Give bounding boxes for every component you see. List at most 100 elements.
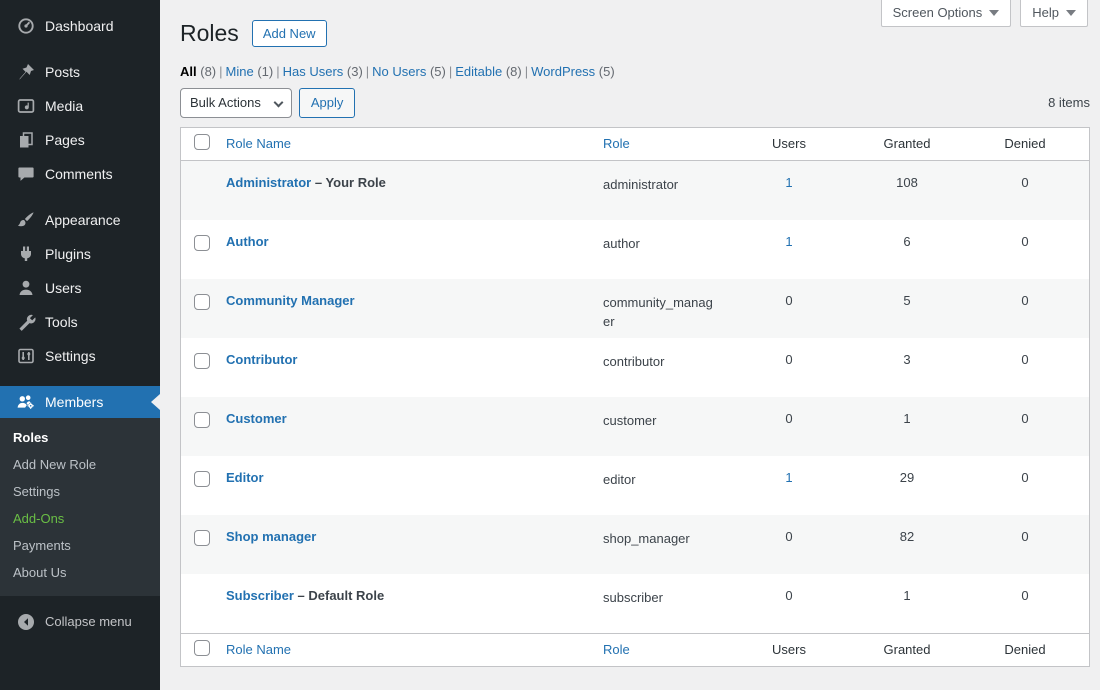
help-button[interactable]: Help [1020, 0, 1088, 27]
submenu-item-about-us[interactable]: About Us [0, 560, 160, 587]
sidebar-item-comments[interactable]: Comments [0, 157, 160, 191]
role-slug: customer [603, 411, 656, 431]
role-name-link[interactable]: Customer [226, 411, 287, 426]
users-count: 0 [785, 411, 792, 426]
bulk-actions-select[interactable]: Bulk Actions [180, 88, 292, 118]
sidebar-item-label: Plugins [45, 246, 91, 262]
granted-cell: 1 [853, 411, 971, 426]
role-name-link[interactable]: Author [226, 234, 269, 249]
users-count-link[interactable]: 1 [785, 234, 792, 249]
sidebar-item-label: Settings [45, 348, 96, 364]
row-checkbox[interactable] [194, 412, 210, 428]
filter-separator: | [273, 64, 282, 79]
screen-options-label: Screen Options [893, 5, 983, 20]
denied-cell: 0 [971, 411, 1089, 426]
role-slug: author [603, 234, 640, 254]
apply-button[interactable]: Apply [299, 88, 356, 118]
sidebar-item-dashboard[interactable]: Dashboard [0, 9, 160, 43]
users-count-link[interactable]: 1 [785, 175, 792, 190]
submenu-item-add-new-role[interactable]: Add New Role [0, 452, 160, 479]
sidebar-item-plugins[interactable]: Plugins [0, 237, 160, 271]
select-all-checkbox[interactable] [194, 640, 210, 656]
sidebar-item-users[interactable]: Users [0, 271, 160, 305]
denied-cell: 0 [971, 470, 1089, 485]
active-menu-arrow [151, 394, 160, 410]
dashboard-icon [16, 16, 36, 36]
sidebar-item-pages[interactable]: Pages [0, 123, 160, 157]
checkbox-cell [181, 411, 226, 431]
sort-role-name-link[interactable]: Role Name [226, 642, 291, 657]
members-submenu: RolesAdd New RoleSettingsAdd-OnsPayments… [0, 418, 160, 596]
help-label: Help [1032, 5, 1059, 20]
role-name-link[interactable]: Community Manager [226, 293, 355, 308]
collapse-menu-button[interactable]: Collapse menu [0, 605, 160, 639]
role-slug: administrator [603, 175, 678, 195]
filter-count: (8) [197, 64, 217, 79]
users-count-link[interactable]: 1 [785, 470, 792, 485]
sidebar-item-tools[interactable]: Tools [0, 305, 160, 339]
sidebar-item-posts[interactable]: Posts [0, 55, 160, 89]
table-header-row: Role Name Role Users Granted Denied [181, 128, 1089, 161]
role-name-link[interactable]: Shop manager [226, 529, 316, 544]
filter-link[interactable]: All [180, 64, 197, 79]
denied-cell: 0 [971, 588, 1089, 603]
screen-options-button[interactable]: Screen Options [881, 0, 1012, 27]
sliders-icon [16, 346, 36, 366]
select-all-checkbox[interactable] [194, 134, 210, 150]
page-title: Roles [180, 19, 239, 49]
plug-icon [16, 244, 36, 264]
role-name-cell: Subscriber – Default Role [226, 588, 603, 603]
role-slug-cell: community_manager [603, 293, 735, 332]
filter-count: (8) [502, 64, 522, 79]
sidebar-item-settings[interactable]: Settings [0, 339, 160, 373]
table-row: Community Managercommunity_manager050 [181, 279, 1089, 338]
sort-role-link[interactable]: Role [603, 642, 630, 657]
filter-link[interactable]: WordPress [531, 64, 595, 79]
submenu-item-add-ons[interactable]: Add-Ons [0, 506, 160, 533]
row-checkbox[interactable] [194, 353, 210, 369]
row-checkbox[interactable] [194, 471, 210, 487]
row-checkbox[interactable] [194, 294, 210, 310]
sort-role-link[interactable]: Role [603, 136, 630, 151]
sidebar-item-label: Dashboard [45, 18, 114, 34]
sort-role-name-link[interactable]: Role Name [226, 136, 291, 151]
column-denied: Denied [971, 642, 1089, 657]
admin-sidebar: Dashboard PostsMediaPagesComments Appearan… [0, 0, 160, 690]
role-slug: contributor [603, 352, 664, 372]
chevron-down-icon [1066, 10, 1076, 16]
role-name-link[interactable]: Administrator [226, 175, 311, 190]
filter-link[interactable]: Mine [226, 64, 254, 79]
sidebar-item-appearance[interactable]: Appearance [0, 203, 160, 237]
role-name-suffix: – Default Role [294, 588, 384, 603]
table-row: Administrator – Your Roleadministrator11… [181, 161, 1089, 220]
users-count: 0 [785, 588, 792, 603]
filter-wordpress: WordPress (5) [531, 64, 615, 79]
filter-link[interactable]: No Users [372, 64, 426, 79]
role-name-cell: Customer [226, 411, 603, 426]
submenu-item-settings[interactable]: Settings [0, 479, 160, 506]
filter-no-users: No Users (5) [372, 64, 446, 79]
submenu-item-roles[interactable]: Roles [0, 425, 160, 452]
column-role-name: Role Name [226, 136, 603, 151]
filter-link[interactable]: Has Users [283, 64, 344, 79]
role-name-link[interactable]: Contributor [226, 352, 297, 367]
sidebar-item-members[interactable]: Members [0, 386, 160, 418]
pages-icon [16, 130, 36, 150]
granted-cell: 1 [853, 588, 971, 603]
submenu-item-payments[interactable]: Payments [0, 533, 160, 560]
user-icon [16, 278, 36, 298]
checkbox-cell [181, 234, 226, 254]
role-name-link[interactable]: Subscriber [226, 588, 294, 603]
row-checkbox[interactable] [194, 235, 210, 251]
row-checkbox[interactable] [194, 530, 210, 546]
sidebar-item-media[interactable]: Media [0, 89, 160, 123]
column-role: Role [603, 136, 735, 151]
add-new-button[interactable]: Add New [252, 20, 327, 47]
column-users: Users [735, 136, 853, 151]
filter-link[interactable]: Editable [455, 64, 502, 79]
role-name-suffix: – Your Role [311, 175, 386, 190]
role-name-link[interactable]: Editor [226, 470, 264, 485]
users-cell: 0 [735, 352, 853, 367]
role-name-cell: Administrator – Your Role [226, 175, 603, 190]
role-slug: editor [603, 470, 636, 490]
